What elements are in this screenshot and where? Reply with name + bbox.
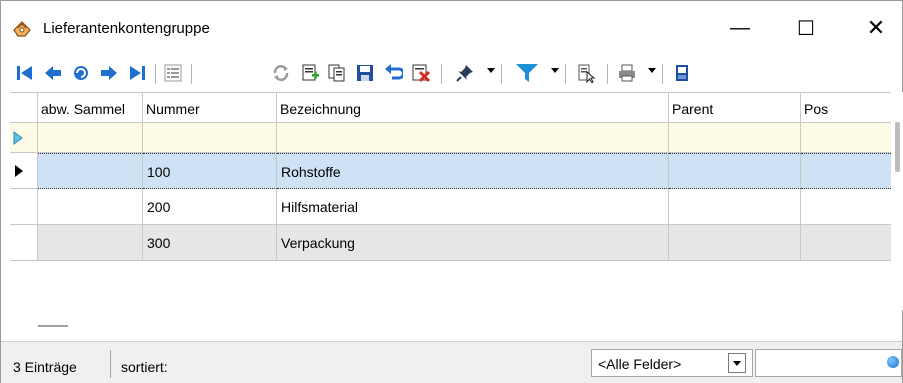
cell-bezeichnung[interactable]: Hilfsmaterial (277, 189, 669, 225)
column-header-abw-sammel[interactable]: abw. Sammel (38, 93, 143, 123)
cell-nummer[interactable]: 300 (143, 225, 277, 261)
table-row[interactable]: 300 Verpackung (10, 225, 891, 261)
current-row-indicator (10, 153, 38, 189)
maximize-button[interactable]: ☐ (783, 11, 829, 45)
delete-icon[interactable] (409, 61, 433, 85)
cell-nummer[interactable]: 200 (143, 189, 277, 225)
minimize-button[interactable]: — (717, 11, 763, 45)
undo-icon[interactable] (381, 61, 405, 85)
cell-pos[interactable] (801, 153, 891, 189)
close-icon: ✕ (866, 15, 886, 40)
row-indicator-header (10, 93, 38, 123)
new-record-icon[interactable] (298, 61, 322, 85)
column-header-parent[interactable]: Parent (669, 93, 801, 123)
toolbar-separator (501, 64, 502, 84)
cell-bezeichnung[interactable]: Verpackung (277, 225, 669, 261)
scrollbar-thumb[interactable] (895, 122, 900, 172)
new-row-cell[interactable] (801, 123, 891, 153)
toolbar (1, 55, 902, 91)
splitter-handle[interactable] (38, 325, 68, 327)
list-view-icon[interactable] (161, 61, 185, 85)
new-row-cell[interactable] (669, 123, 801, 153)
cell-parent[interactable] (669, 153, 801, 189)
minimize-icon: — (730, 16, 750, 39)
current-row-arrow-icon (15, 165, 23, 177)
row-indicator (10, 225, 38, 261)
print-dropdown-icon[interactable] (648, 68, 656, 73)
field-select-value: <Alle Felder> (598, 356, 682, 372)
column-header-pos[interactable]: Pos (801, 93, 891, 123)
new-row-cell[interactable] (277, 123, 669, 153)
toolbar-separator (607, 64, 608, 84)
cell-abw-sammel[interactable] (38, 189, 143, 225)
cell-parent[interactable] (669, 189, 801, 225)
toolbar-separator (155, 64, 156, 84)
pin-icon[interactable] (453, 61, 477, 85)
toolbar-separator (565, 64, 566, 84)
toolbar-separator (191, 64, 192, 84)
sort-status: sortiert: (121, 359, 168, 375)
window-title: Lieferantenkontengruppe (43, 20, 210, 37)
new-row-arrow-icon (13, 131, 23, 145)
vertical-scrollbar[interactable] (893, 92, 903, 310)
record-count: 3 Einträge (5, 350, 111, 378)
next-record-icon[interactable] (97, 61, 121, 85)
new-row-indicator (10, 123, 38, 153)
exit-icon[interactable] (670, 61, 694, 85)
copy-record-icon[interactable] (325, 61, 349, 85)
title-bar: Lieferantenkontengruppe — ☐ ✕ (1, 1, 902, 55)
table-row[interactable]: 200 Hilfsmaterial (10, 189, 891, 225)
search-icon[interactable] (887, 356, 899, 368)
search-input[interactable] (755, 349, 902, 377)
toolbar-separator (662, 64, 663, 84)
cell-bezeichnung[interactable]: Rohstoffe (277, 153, 669, 189)
window: Lieferantenkontengruppe — ☐ ✕ abw. Samme… (0, 0, 903, 383)
save-icon[interactable] (353, 61, 377, 85)
cell-abw-sammel[interactable] (38, 225, 143, 261)
previous-record-icon[interactable] (41, 61, 65, 85)
cell-nummer[interactable]: 100 (143, 153, 277, 189)
column-header-nummer[interactable]: Nummer (143, 93, 277, 123)
refresh-nav-icon[interactable] (69, 61, 93, 85)
cell-pos[interactable] (801, 189, 891, 225)
chevron-down-icon[interactable] (728, 353, 746, 373)
field-select[interactable]: <Alle Felder> (591, 349, 753, 377)
print-icon[interactable] (615, 61, 639, 85)
first-record-icon[interactable] (13, 61, 37, 85)
cell-pos[interactable] (801, 225, 891, 261)
column-header-bezeichnung[interactable]: Bezeichnung (277, 93, 669, 123)
toolbar-separator (441, 64, 442, 84)
table-row[interactable]: 100 Rohstoffe (10, 153, 891, 189)
data-grid: abw. Sammel Nummer Bezeichnung Parent Po… (10, 92, 891, 310)
filter-dropdown-icon[interactable] (551, 68, 559, 73)
cell-abw-sammel[interactable] (38, 153, 143, 189)
row-indicator (10, 189, 38, 225)
cell-parent[interactable] (669, 225, 801, 261)
filter-icon[interactable] (513, 61, 541, 85)
status-bar: 3 Einträge sortiert: <Alle Felder> (1, 341, 902, 383)
new-row[interactable] (10, 123, 891, 153)
app-icon (13, 21, 31, 37)
close-button[interactable]: ✕ (853, 11, 899, 45)
column-chooser-icon[interactable] (574, 61, 598, 85)
pin-dropdown-icon[interactable] (487, 68, 495, 73)
last-record-icon[interactable] (125, 61, 149, 85)
reload-icon[interactable] (269, 61, 293, 85)
new-row-cell[interactable] (143, 123, 277, 153)
maximize-icon: ☐ (797, 17, 815, 40)
new-row-cell[interactable] (38, 123, 143, 153)
